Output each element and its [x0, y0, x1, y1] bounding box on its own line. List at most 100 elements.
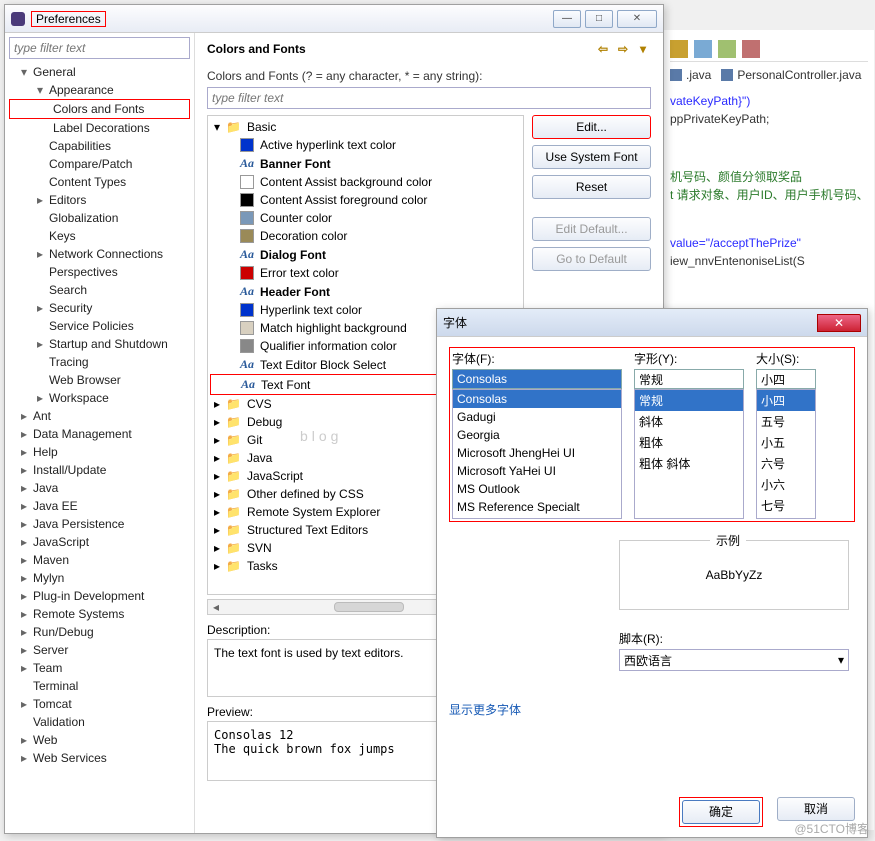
size-option[interactable]: 小六 [757, 474, 815, 495]
cf-filter-input[interactable] [207, 87, 651, 109]
font-option[interactable]: Consolas [453, 390, 621, 408]
tree-java[interactable]: ▸Java [9, 479, 190, 497]
tree-search[interactable]: Search [9, 281, 190, 299]
cf-header-font[interactable]: AaHeader Font [210, 282, 521, 301]
cf-error[interactable]: Error text color [210, 264, 521, 282]
tree-terminal[interactable]: Terminal [9, 677, 190, 695]
editor-tab[interactable]: .java [670, 68, 711, 82]
ok-button[interactable]: 确定 [682, 800, 760, 824]
toolbar-icon[interactable] [742, 40, 760, 58]
titlebar[interactable]: Preferences — □ ✕ [5, 5, 663, 33]
tree-maven[interactable]: ▸Maven [9, 551, 190, 569]
tree-install-update[interactable]: ▸Install/Update [9, 461, 190, 479]
tree-web[interactable]: ▸Web [9, 731, 190, 749]
reset-button[interactable]: Reset [532, 175, 651, 199]
edit-button[interactable]: Edit... [532, 115, 651, 139]
tree-tracing[interactable]: Tracing [9, 353, 190, 371]
font-option[interactable]: MS Outlook [453, 480, 621, 498]
font-style-input[interactable] [634, 369, 744, 389]
size-option[interactable]: 小五 [757, 432, 815, 453]
tree-security[interactable]: ▸Security [9, 299, 190, 317]
tree-data-mgmt[interactable]: ▸Data Management [9, 425, 190, 443]
cf-basic[interactable]: ▾📁Basic [210, 118, 521, 136]
tree-perspectives[interactable]: Perspectives [9, 263, 190, 281]
back-icon[interactable]: ⇦ [595, 41, 611, 57]
font-list[interactable]: Consolas Gadugi Georgia Microsoft JhengH… [452, 389, 622, 519]
tree-appearance[interactable]: ▾Appearance [9, 81, 190, 99]
size-option[interactable]: 五号 [757, 411, 815, 432]
script-select[interactable]: 西欧语言▾ [619, 649, 849, 671]
font-close-button[interactable]: ✕ [817, 314, 861, 332]
tree-web-browser[interactable]: Web Browser [9, 371, 190, 389]
tree-capabilities[interactable]: Capabilities [9, 137, 190, 155]
tree-content-types[interactable]: Content Types [9, 173, 190, 191]
cf-counter[interactable]: Counter color [210, 209, 521, 227]
toolbar-icon[interactable] [718, 40, 736, 58]
tree-tomcat[interactable]: ▸Tomcat [9, 695, 190, 713]
cf-ca-bg[interactable]: Content Assist background color [210, 173, 521, 191]
size-option[interactable]: 七号 [757, 495, 815, 516]
tree-colors-fonts[interactable]: Colors and Fonts [9, 99, 190, 119]
tree-run-debug[interactable]: ▸Run/Debug [9, 623, 190, 641]
tree-server[interactable]: ▸Server [9, 641, 190, 659]
toolbar-icon[interactable] [694, 40, 712, 58]
cancel-button[interactable]: 取消 [777, 797, 855, 821]
tree-label-decorations[interactable]: Label Decorations [9, 119, 190, 137]
toolbar-icon[interactable] [670, 40, 688, 58]
tree-compare[interactable]: Compare/Patch [9, 155, 190, 173]
tree-remote-systems[interactable]: ▸Remote Systems [9, 605, 190, 623]
font-option[interactable]: Microsoft JhengHei UI [453, 444, 621, 462]
font-option[interactable]: Georgia [453, 426, 621, 444]
tree-validation[interactable]: Validation [9, 713, 190, 731]
tree-web-services[interactable]: ▸Web Services [9, 749, 190, 767]
cf-banner-font[interactable]: AaBanner Font [210, 154, 521, 173]
cf-active-hyperlink[interactable]: Active hyperlink text color [210, 136, 521, 154]
tree-team[interactable]: ▸Team [9, 659, 190, 677]
cf-decoration[interactable]: Decoration color [210, 227, 521, 245]
font-titlebar[interactable]: 字体 ✕ [437, 309, 867, 337]
size-list[interactable]: 小四 五号 小五 六号 小六 七号 八号 [756, 389, 816, 519]
tree-keys[interactable]: Keys [9, 227, 190, 245]
size-option[interactable]: 八号 [757, 516, 815, 519]
tree-startup[interactable]: ▸Startup and Shutdown [9, 335, 190, 353]
size-option[interactable]: 六号 [757, 453, 815, 474]
font-size-input[interactable] [756, 369, 816, 389]
tree-plugin-dev[interactable]: ▸Plug-in Development [9, 587, 190, 605]
font-option[interactable]: MS Reference Specialt [453, 498, 621, 516]
filter-input[interactable] [9, 37, 190, 59]
cf-ca-fg[interactable]: Content Assist foreground color [210, 191, 521, 209]
font-name-input[interactable] [452, 369, 622, 389]
style-list[interactable]: 常规 斜体 粗体 粗体 斜体 [634, 389, 744, 519]
style-option[interactable]: 粗体 斜体 [635, 453, 743, 474]
maximize-button[interactable]: □ [585, 10, 613, 28]
cf-dialog-font[interactable]: AaDialog Font [210, 245, 521, 264]
font-option[interactable]: Gadugi [453, 408, 621, 426]
menu-icon[interactable]: ▾ [635, 41, 651, 57]
go-to-default-button[interactable]: Go to Default [532, 247, 651, 271]
more-fonts-link[interactable]: 显示更多字体 [449, 701, 855, 718]
tree-help[interactable]: ▸Help [9, 443, 190, 461]
tree-java-persistence[interactable]: ▸Java Persistence [9, 515, 190, 533]
tree-general[interactable]: ▾General [9, 63, 190, 81]
tree-network[interactable]: ▸Network Connections [9, 245, 190, 263]
scrollbar-thumb[interactable] [334, 602, 404, 612]
category-tree[interactable]: ▾General ▾Appearance Colors and Fonts La… [9, 63, 190, 767]
font-option[interactable]: Microsoft YaHei UI [453, 462, 621, 480]
style-option[interactable]: 粗体 [635, 432, 743, 453]
tree-java-ee[interactable]: ▸Java EE [9, 497, 190, 515]
tree-mylyn[interactable]: ▸Mylyn [9, 569, 190, 587]
fwd-icon[interactable]: ⇨ [615, 41, 631, 57]
style-option[interactable]: 斜体 [635, 411, 743, 432]
tree-workspace[interactable]: ▸Workspace [9, 389, 190, 407]
minimize-button[interactable]: — [553, 10, 581, 28]
style-option[interactable]: 常规 [635, 390, 743, 411]
tree-globalization[interactable]: Globalization [9, 209, 190, 227]
tree-service-policies[interactable]: Service Policies [9, 317, 190, 335]
editor-tab[interactable]: PersonalController.java [721, 68, 861, 82]
close-button[interactable]: ✕ [617, 10, 657, 28]
edit-default-button[interactable]: Edit Default... [532, 217, 651, 241]
tree-ant[interactable]: ▸Ant [9, 407, 190, 425]
size-option[interactable]: 小四 [757, 390, 815, 411]
use-system-font-button[interactable]: Use System Font [532, 145, 651, 169]
tree-javascript[interactable]: ▸JavaScript [9, 533, 190, 551]
